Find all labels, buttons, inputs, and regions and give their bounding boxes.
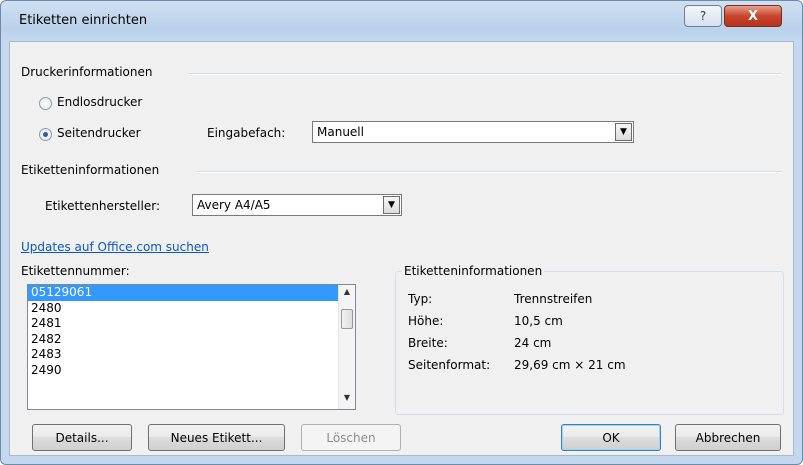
page-printer-label: Seitendrucker [57, 126, 141, 140]
detail-value: 24 cm [514, 336, 552, 350]
list-items: 05129061 2480 2481 2482 2483 2490 [28, 285, 355, 379]
close-icon: X [747, 8, 759, 24]
ok-button[interactable]: OK [561, 424, 661, 451]
details-button[interactable]: Details... [32, 424, 132, 451]
radio-circle-checked[interactable] [39, 128, 52, 141]
tray-select[interactable]: Manuell ▼ [312, 121, 634, 143]
vendor-value: Avery A4/A5 [197, 198, 271, 212]
label-info-heading: Etiketteninformationen [21, 163, 160, 177]
title-bar: Etiketten einrichten ? X [1, 1, 802, 41]
list-item[interactable]: 05129061 [28, 285, 340, 301]
details-box-heading: Etiketteninformationen [402, 264, 545, 278]
list-item[interactable]: 2483 [28, 347, 340, 363]
detail-value: 10,5 cm [514, 314, 563, 328]
tray-label: Eingabefach: [207, 126, 286, 140]
detail-key: Seitenformat: [408, 358, 491, 372]
new-label-button[interactable]: Neues Etikett... [148, 424, 285, 451]
close-button[interactable]: X [724, 5, 782, 27]
vendor-label: Etikettenhersteller: [45, 199, 161, 213]
scroll-up-icon[interactable]: ▲ [339, 287, 355, 301]
cancel-button[interactable]: Abbrechen [675, 424, 781, 451]
radio-circle[interactable] [39, 97, 52, 110]
printer-info-heading: Druckerinformationen [21, 65, 153, 79]
scroll-thumb[interactable] [341, 309, 353, 329]
vendor-select[interactable]: Avery A4/A5 ▼ [192, 194, 402, 216]
detail-key: Typ: [408, 292, 433, 306]
chevron-down-icon[interactable]: ▼ [615, 123, 632, 141]
help-button[interactable]: ? [684, 5, 722, 27]
list-item[interactable]: 2482 [28, 332, 340, 348]
help-icon: ? [699, 9, 707, 23]
chevron-down-icon[interactable]: ▼ [383, 196, 400, 214]
detail-value: 29,69 cm × 21 cm [514, 358, 626, 372]
updates-link[interactable]: Updates auf Office.com suchen [21, 240, 209, 254]
list-item[interactable]: 2490 [28, 363, 340, 379]
list-item[interactable]: 2480 [28, 301, 340, 317]
dialog-body: Druckerinformationen Endlosdrucker Seite… [9, 41, 794, 456]
product-number-list[interactable]: 05129061 2480 2481 2482 2483 2490 ▲ ▼ [27, 284, 356, 410]
endless-printer-label: Endlosdrucker [57, 95, 143, 109]
detail-value: Trennstreifen [514, 292, 593, 306]
detail-key: Höhe: [408, 314, 444, 328]
list-item[interactable]: 2481 [28, 316, 340, 332]
delete-button[interactable]: Löschen [301, 424, 401, 451]
product-number-label: Etikettennummer: [21, 264, 130, 278]
dialog-title: Etiketten einrichten [19, 13, 148, 28]
scroll-down-icon[interactable]: ▼ [339, 393, 355, 407]
dialog-window: Etiketten einrichten ? X Druckerinformat… [0, 0, 803, 465]
label-details-box: Etiketteninformationen Typ: Trennstreifen… [395, 264, 784, 415]
tray-value: Manuell [317, 125, 364, 139]
detail-key: Breite: [408, 336, 448, 350]
label-info-divider [196, 171, 782, 173]
list-scrollbar[interactable]: ▲ ▼ [338, 285, 355, 409]
printer-info-divider [188, 73, 782, 75]
